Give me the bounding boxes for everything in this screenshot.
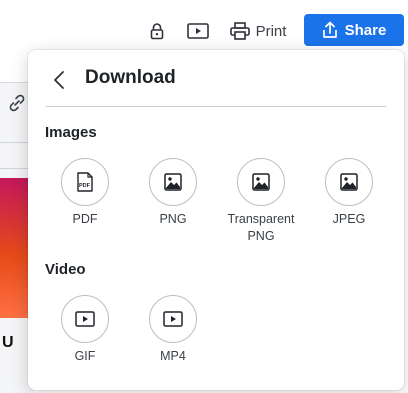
download-jpeg-option[interactable]: JPEG	[309, 158, 389, 228]
image-icon	[340, 173, 358, 191]
printer-icon	[229, 22, 250, 40]
pdf-file-icon: PDF	[77, 172, 93, 192]
lock-icon	[150, 23, 164, 40]
download-gif-option[interactable]: GIF	[45, 295, 125, 365]
share-button[interactable]: Share	[304, 14, 404, 46]
download-png-option[interactable]: PNG	[133, 158, 213, 228]
share-upload-icon	[322, 21, 337, 38]
download-panel: Download Images PDF PDF PNG Transparent …	[28, 50, 404, 390]
panel-title: Download	[85, 67, 176, 88]
play-icon	[75, 311, 95, 327]
chevron-left-icon	[54, 71, 64, 89]
option-label: GIF	[74, 349, 96, 363]
option-circle	[325, 158, 373, 206]
link-icon	[9, 94, 25, 112]
download-pdf-option[interactable]: PDF PDF	[45, 158, 125, 228]
option-label: PDF	[72, 212, 98, 226]
present-button[interactable]	[186, 18, 210, 44]
option-circle	[61, 295, 109, 343]
play-icon	[163, 311, 183, 327]
divider	[46, 106, 386, 107]
option-circle: PDF	[61, 158, 109, 206]
option-circle	[149, 295, 197, 343]
back-button[interactable]	[50, 68, 68, 92]
download-transparent-png-option[interactable]: Transparent PNG	[221, 158, 301, 245]
image-icon	[252, 173, 270, 191]
canvas-artwork	[0, 178, 30, 318]
option-label: PNG	[159, 212, 187, 226]
video-section-title: Video	[45, 261, 86, 278]
download-mp4-option[interactable]: MP4	[133, 295, 213, 365]
option-circle	[149, 158, 197, 206]
present-icon	[187, 23, 209, 39]
link-button[interactable]	[4, 90, 30, 116]
option-label: JPEG	[332, 212, 366, 226]
lock-button[interactable]	[146, 18, 168, 44]
option-label: MP4	[160, 349, 186, 363]
print-label: Print	[255, 22, 287, 40]
share-label: Share	[344, 21, 387, 39]
option-circle	[237, 158, 285, 206]
canvas-text: U	[2, 334, 14, 351]
svg-text:PDF: PDF	[79, 183, 91, 189]
option-label: Transparent PNG	[227, 212, 295, 243]
print-button[interactable]: Print	[226, 18, 290, 44]
images-section-title: Images	[45, 124, 97, 141]
image-icon	[164, 173, 182, 191]
